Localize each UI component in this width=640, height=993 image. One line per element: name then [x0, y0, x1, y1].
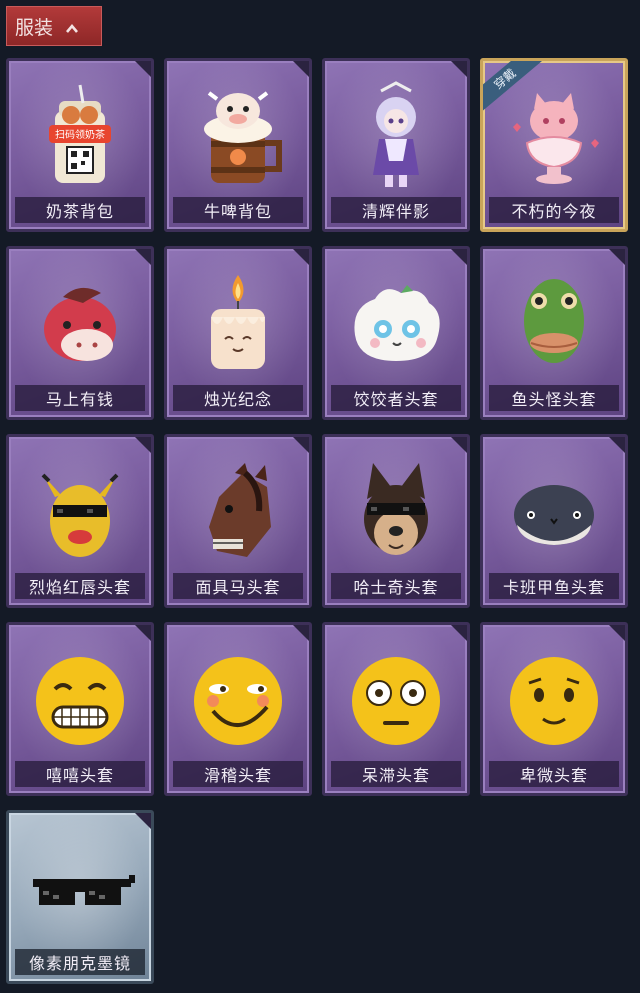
- item-card[interactable]: 饺饺者头套: [322, 246, 470, 420]
- item-card-equipped[interactable]: 穿戴 不朽的今夜: [480, 58, 628, 232]
- funny-emoji-icon: [167, 635, 309, 765]
- item-card[interactable]: 清辉伴影: [322, 58, 470, 232]
- item-label: 哈士奇头套: [331, 573, 461, 599]
- category-header-toggle[interactable]: 服装: [6, 6, 102, 46]
- dazed-emoji-icon: [325, 635, 467, 765]
- red-horse-head-icon: [9, 259, 151, 389]
- item-card[interactable]: 牛啤背包: [164, 58, 312, 232]
- item-label: 卑微头套: [489, 761, 619, 787]
- item-label: 饺饺者头套: [331, 385, 461, 411]
- item-label: 牛啤背包: [173, 197, 303, 223]
- item-card[interactable]: 鱼头怪头套: [480, 246, 628, 420]
- item-card[interactable]: 像素朋克墨镜: [6, 810, 154, 984]
- item-label: 马上有钱: [15, 385, 145, 411]
- candle-icon: [167, 259, 309, 389]
- husky-head-icon: [325, 447, 467, 577]
- item-card[interactable]: 哈士奇头套: [322, 434, 470, 608]
- item-label: 清辉伴影: [331, 197, 461, 223]
- milk-tea-sign: 扫码领奶茶: [55, 128, 105, 141]
- item-card[interactable]: 烛光纪念: [164, 246, 312, 420]
- item-card[interactable]: 嘻嘻头套: [6, 622, 154, 796]
- item-card[interactable]: 呆滞头套: [322, 622, 470, 796]
- chevron-up-icon: [65, 19, 79, 33]
- humble-emoji-icon: [483, 635, 625, 765]
- cow-beer-backpack-icon: [167, 71, 309, 201]
- item-label: 鱼头怪头套: [489, 385, 619, 411]
- horse-mask-icon: [167, 447, 309, 577]
- item-label: 不朽的今夜: [489, 197, 619, 223]
- item-card[interactable]: 滑稽头套: [164, 622, 312, 796]
- item-card[interactable]: 卡班甲鱼头套: [480, 434, 628, 608]
- grin-emoji-icon: [9, 635, 151, 765]
- dumpling-head-icon: [325, 259, 467, 389]
- item-label: 烛光纪念: [173, 385, 303, 411]
- item-label: 呆滞头套: [331, 761, 461, 787]
- item-label: 像素朋克墨镜: [15, 949, 145, 975]
- item-label: 滑稽头套: [173, 761, 303, 787]
- companion-figure-icon: [325, 71, 467, 201]
- item-label: 面具马头套: [173, 573, 303, 599]
- fish-ball-head-icon: [483, 447, 625, 577]
- item-card[interactable]: 扫码领奶茶 奶茶背包: [6, 58, 154, 232]
- item-card[interactable]: 马上有钱: [6, 246, 154, 420]
- fish-head-icon: [483, 259, 625, 389]
- item-label: 烈焰红唇头套: [15, 573, 145, 599]
- category-title: 服装: [15, 16, 54, 39]
- yellow-mask-sunglasses-icon: [9, 447, 151, 577]
- item-card[interactable]: 烈焰红唇头套: [6, 434, 154, 608]
- pixel-sunglasses-icon: [9, 823, 151, 953]
- item-card[interactable]: 面具马头套: [164, 434, 312, 608]
- item-label: 奶茶背包: [15, 197, 145, 223]
- item-label: 嘻嘻头套: [15, 761, 145, 787]
- milk-tea-backpack-icon: 扫码领奶茶: [9, 71, 151, 201]
- item-label: 卡班甲鱼头套: [489, 573, 619, 599]
- item-card[interactable]: 卑微头套: [480, 622, 628, 796]
- pink-cat-bowl-icon: [483, 71, 625, 201]
